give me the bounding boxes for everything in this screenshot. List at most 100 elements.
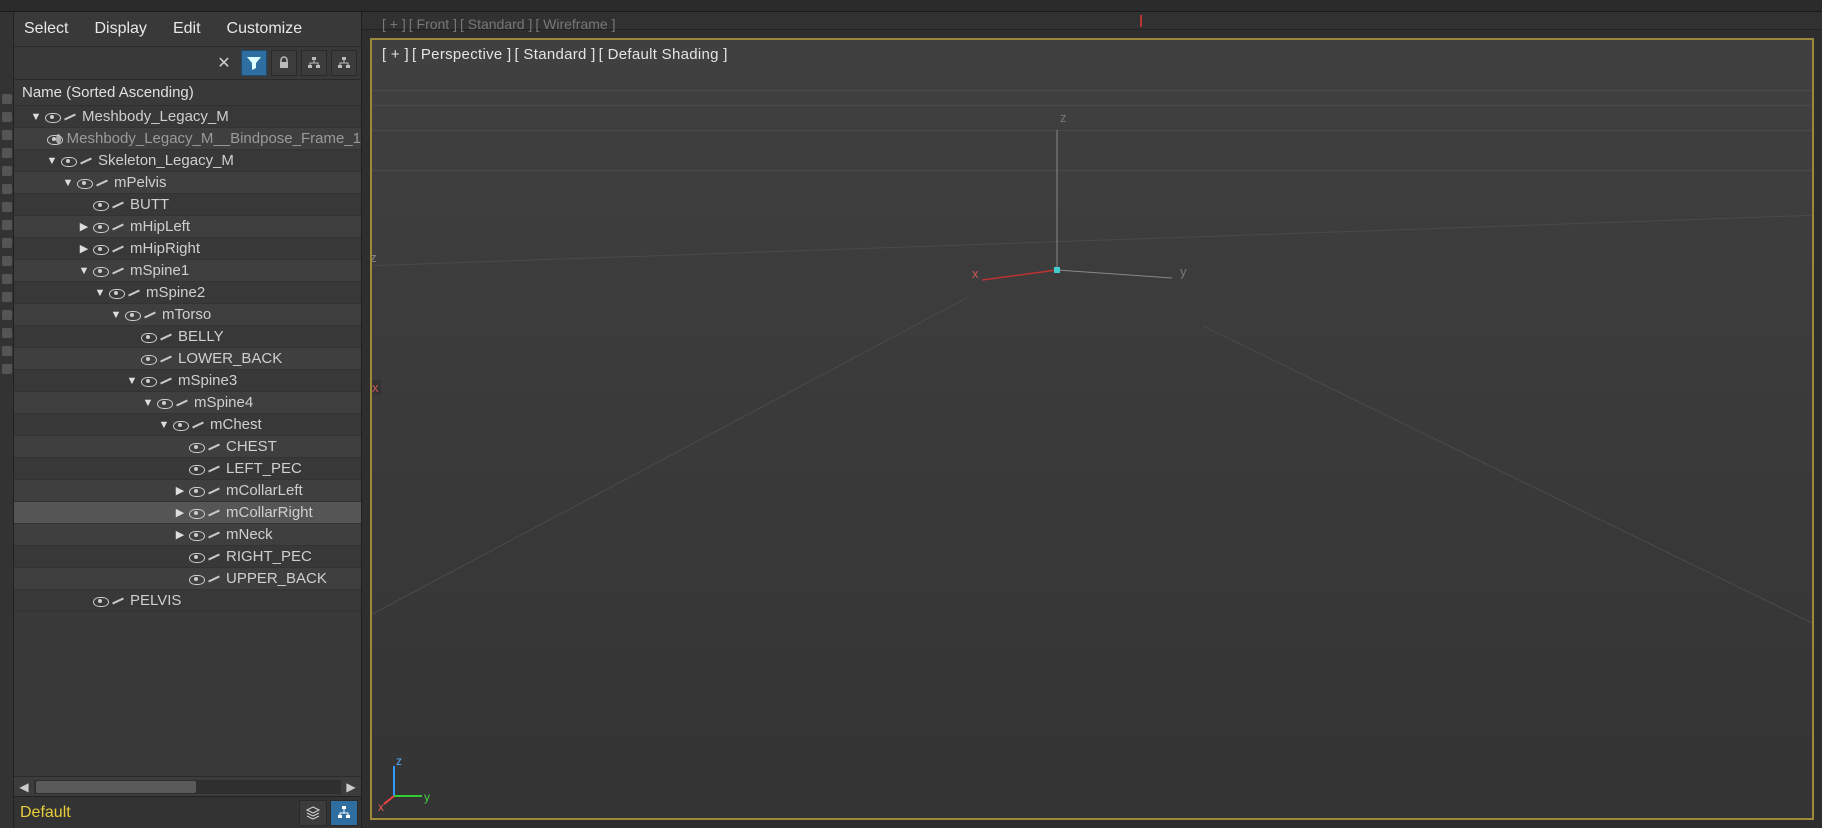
visibility-eye-icon[interactable] (91, 594, 109, 608)
scene-tree[interactable]: ▼Meshbody_Legacy_MMeshbody_Legacy_M__Bin… (14, 106, 361, 776)
viewport-shading-label[interactable]: [ Default Shading ] (599, 46, 728, 63)
tree-row[interactable]: ▼mSpine1 (14, 260, 361, 282)
visibility-eye-icon[interactable] (187, 462, 205, 476)
expand-chevron-icon[interactable]: ▼ (62, 177, 74, 189)
tree-row[interactable]: PELVIS (14, 590, 361, 612)
visibility-eye-icon[interactable] (75, 176, 93, 190)
expand-chevron-icon[interactable]: ▼ (78, 265, 90, 277)
close-button[interactable]: ✕ (211, 50, 237, 76)
tree-row[interactable]: ▼mSpine2 (14, 282, 361, 304)
expand-chevron-icon[interactable]: ▼ (142, 397, 154, 409)
hierarchy-mode-button[interactable] (330, 800, 358, 826)
tree-row[interactable]: ▶mHipLeft (14, 216, 361, 238)
viewport-canvas[interactable]: [ + ] [ Perspective ] [ Standard ] [ Def… (370, 38, 1814, 820)
viewport-view-label: [ Front ] (409, 16, 457, 32)
visibility-eye-icon[interactable] (91, 198, 109, 212)
lock-button[interactable] (271, 50, 297, 76)
gizmo-x-label: x (378, 800, 384, 814)
bone-icon (206, 550, 222, 564)
bone-icon (94, 176, 110, 190)
hierarchy-collapse-button[interactable] (331, 50, 357, 76)
bone-icon (206, 572, 222, 586)
expand-chevron-icon[interactable]: ▼ (110, 309, 122, 321)
tree-row-label: mCollarLeft (226, 482, 303, 499)
scroll-left-arrow[interactable]: ◀ (14, 780, 34, 794)
visibility-eye-icon[interactable] (187, 440, 205, 454)
tree-row[interactable]: ▼Skeleton_Legacy_M (14, 150, 361, 172)
visibility-eye-icon[interactable] (59, 154, 77, 168)
visibility-eye-icon[interactable] (187, 550, 205, 564)
viewport-render-label[interactable]: [ Standard ] (514, 46, 595, 63)
tree-row[interactable]: CHEST (14, 436, 361, 458)
viewport-shading-label: [ Wireframe ] (535, 16, 615, 32)
visibility-eye-icon[interactable] (171, 418, 189, 432)
tree-row[interactable]: ▶mCollarRight (14, 502, 361, 524)
scroll-thumb[interactable] (36, 781, 196, 793)
expand-chevron-icon[interactable]: ▶ (174, 528, 186, 541)
tree-row[interactable]: RIGHT_PEC (14, 546, 361, 568)
time-marker[interactable] (1140, 15, 1142, 27)
menu-customize[interactable]: Customize (227, 20, 303, 38)
tree-row-label: mHipRight (130, 240, 200, 257)
bone-icon (142, 308, 158, 322)
menu-select[interactable]: Select (24, 20, 68, 38)
bone-icon (78, 154, 94, 168)
tree-row[interactable]: BELLY (14, 326, 361, 348)
tree-row-label: CHEST (226, 438, 277, 455)
visibility-eye-icon[interactable] (91, 264, 109, 278)
expand-chevron-icon[interactable]: ▼ (158, 419, 170, 431)
tree-row[interactable]: LEFT_PEC (14, 458, 361, 480)
tree-row-label: mSpine4 (194, 394, 253, 411)
visibility-eye-icon[interactable] (91, 242, 109, 256)
tree-row[interactable]: ▼mTorso (14, 304, 361, 326)
tree-row[interactable]: ▼mPelvis (14, 172, 361, 194)
visibility-eye-icon[interactable] (139, 330, 157, 344)
bone-icon (110, 220, 126, 234)
filter-button[interactable] (241, 50, 267, 76)
expand-chevron-icon[interactable]: ▼ (30, 111, 42, 123)
viewport-view-label[interactable]: [ Perspective ] (412, 46, 512, 63)
visibility-eye-icon[interactable] (123, 308, 141, 322)
bone-icon (62, 110, 78, 124)
tree-row[interactable]: ▼ mSpine4 (14, 392, 361, 414)
horizontal-scrollbar[interactable]: ◀ ▶ (14, 776, 361, 796)
visibility-eye-icon[interactable] (139, 352, 157, 366)
visibility-eye-icon[interactable] (187, 506, 205, 520)
visibility-eye-icon[interactable] (187, 528, 205, 542)
tree-row[interactable]: ▼Meshbody_Legacy_M (14, 106, 361, 128)
tree-row[interactable]: Meshbody_Legacy_M__Bindpose_Frame_1 (14, 128, 361, 150)
scroll-right-arrow[interactable]: ▶ (341, 780, 361, 794)
visibility-eye-icon[interactable] (107, 286, 125, 300)
tree-header[interactable]: Name (Sorted Ascending) (14, 80, 361, 106)
visibility-eye-icon[interactable] (155, 396, 173, 410)
hierarchy-expand-button[interactable] (301, 50, 327, 76)
menu-edit[interactable]: Edit (173, 20, 201, 38)
visibility-eye-icon[interactable] (43, 110, 61, 124)
viewport-menu-plus[interactable]: [ + ] (382, 46, 409, 63)
expand-chevron-icon[interactable]: ▼ (46, 155, 58, 167)
expand-chevron-icon[interactable]: ▶ (174, 484, 186, 497)
layers-button[interactable] (299, 800, 327, 826)
expand-chevron-icon[interactable]: ▼ (94, 287, 106, 299)
visibility-eye-icon[interactable] (187, 572, 205, 586)
visibility-eye-icon[interactable] (91, 220, 109, 234)
tree-row[interactable]: ▶ mCollarLeft (14, 480, 361, 502)
status-bar: Default (14, 796, 361, 828)
expand-chevron-icon[interactable]: ▶ (174, 506, 186, 519)
visibility-eye-icon[interactable] (187, 484, 205, 498)
expand-chevron-icon[interactable]: ▶ (78, 242, 90, 255)
scroll-track[interactable] (34, 780, 341, 794)
tree-row[interactable]: BUTT (14, 194, 361, 216)
menu-display[interactable]: Display (94, 20, 146, 38)
expand-chevron-icon[interactable]: ▶ (78, 220, 90, 233)
visibility-eye-icon[interactable] (45, 132, 54, 146)
tree-row[interactable]: LOWER_BACK (14, 348, 361, 370)
tree-row[interactable]: ▼mSpine3 (14, 370, 361, 392)
tree-row[interactable]: UPPER_BACK (14, 568, 361, 590)
visibility-eye-icon[interactable] (139, 374, 157, 388)
viewport-menu-plus: [ + ] (382, 16, 406, 32)
tree-row[interactable]: ▶ mHipRight (14, 238, 361, 260)
tree-row[interactable]: ▼mChest (14, 414, 361, 436)
expand-chevron-icon[interactable]: ▼ (126, 375, 138, 387)
tree-row[interactable]: ▶mNeck (14, 524, 361, 546)
